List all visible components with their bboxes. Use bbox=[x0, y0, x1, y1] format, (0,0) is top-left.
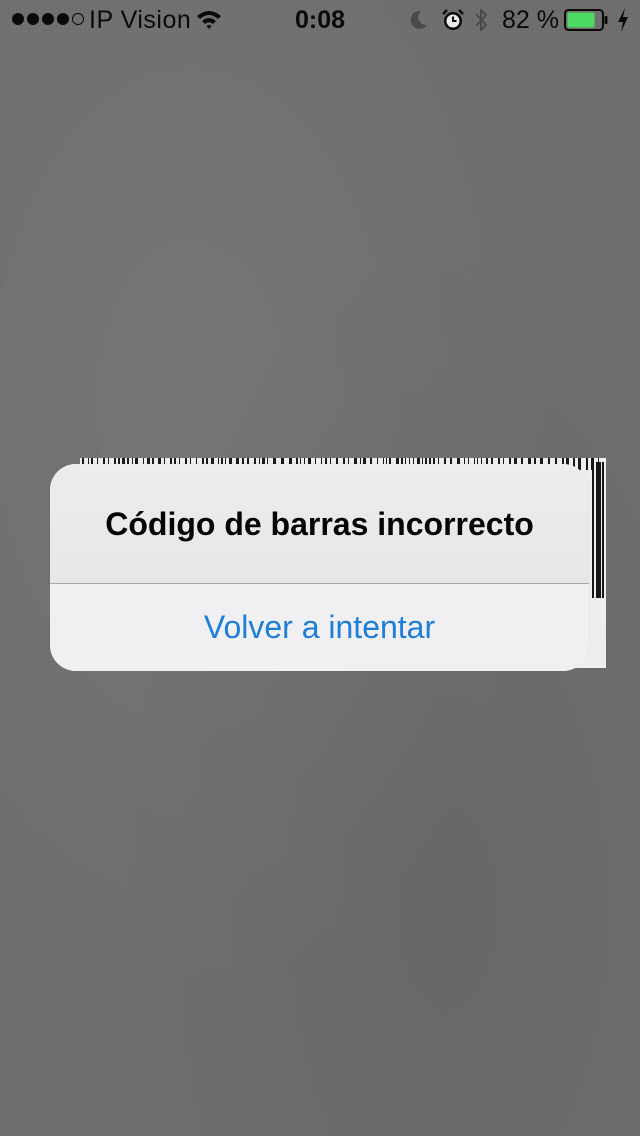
barcode-bar bbox=[592, 462, 594, 598]
camera-scanner-screen: IP Vision 0:08 82 % Código de barras inc… bbox=[0, 0, 640, 1136]
alarm-clock-icon bbox=[442, 9, 464, 30]
barcode-bar bbox=[599, 462, 601, 598]
retry-button[interactable]: Volver a intentar bbox=[50, 584, 589, 671]
barcode-bar bbox=[602, 462, 604, 598]
alert-dialog: Código de barras incorrecto Volver a int… bbox=[50, 464, 589, 671]
bluetooth-icon bbox=[475, 9, 487, 31]
bolt-icon bbox=[618, 8, 628, 32]
alert-title: Código de barras incorrecto bbox=[50, 464, 589, 584]
status-bar: IP Vision 0:08 82 % bbox=[0, 0, 640, 40]
barcode-bar bbox=[596, 462, 599, 598]
battery-percentage: 82 % bbox=[502, 6, 559, 34]
battery-icon bbox=[564, 9, 608, 31]
battery-level-fill bbox=[567, 12, 595, 28]
moon-icon bbox=[410, 10, 427, 29]
